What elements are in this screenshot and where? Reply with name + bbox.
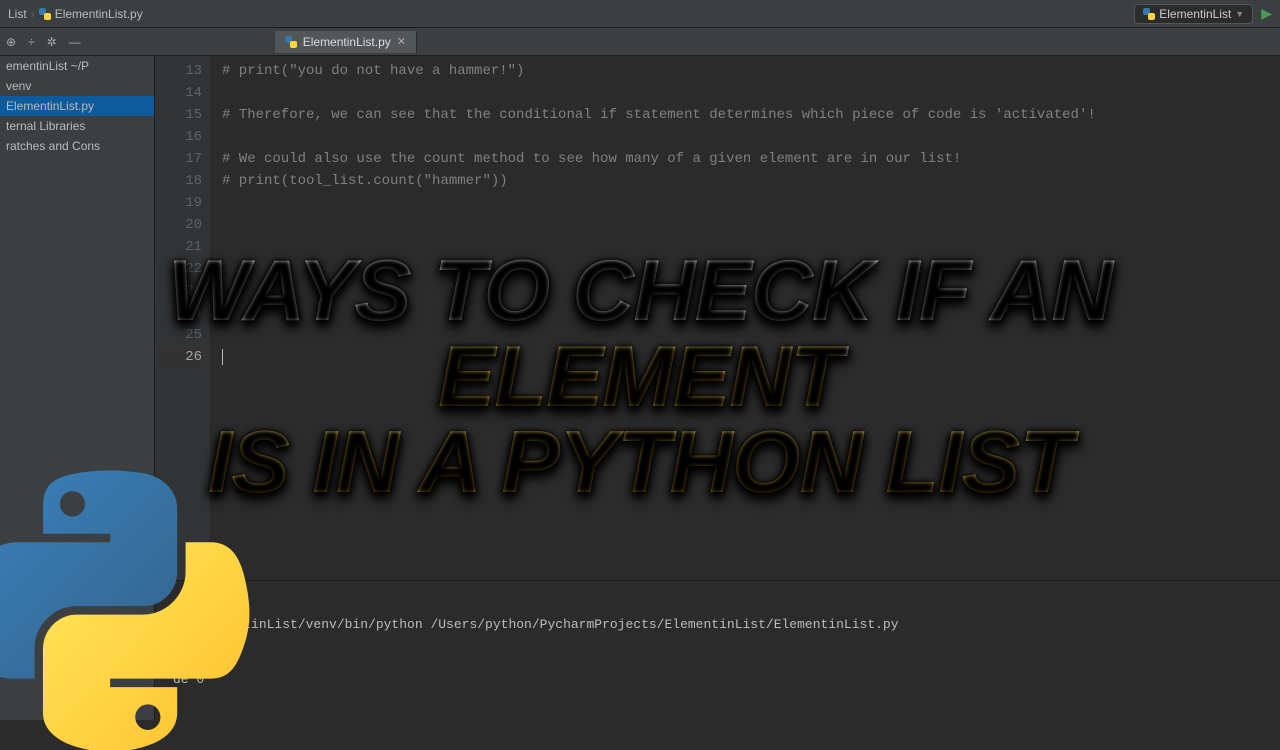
project-sidebar: ementinList ~/P venv ElementinList.py te… (0, 56, 155, 720)
tab-label: ElementinList.py (303, 35, 391, 49)
code-line: # We could also use the count method to … (222, 148, 1096, 170)
title-bar: List › ElementinList.py ElementinList ▼ … (0, 0, 1280, 28)
code-line: # print(tool_list.count("hammer")) (222, 170, 1096, 192)
sidebar-item-external[interactable]: ternal Libraries (0, 116, 154, 136)
play-icon[interactable]: ▶ (1261, 5, 1272, 22)
code-line (222, 280, 1096, 302)
run-config-area: ElementinList ▼ ▶ (1134, 4, 1272, 24)
breadcrumb-root[interactable]: List (8, 7, 27, 21)
code-line (222, 126, 1096, 148)
chevron-right-icon: › (31, 7, 35, 21)
tab-file[interactable]: ElementinList.py ✕ (275, 31, 417, 53)
code-line: # print("you do not have a hammer!") (222, 60, 1096, 82)
collapse-icon[interactable]: ÷ (28, 35, 35, 49)
sidebar-item-venv[interactable]: venv (0, 76, 154, 96)
console-exit: de 0 (173, 672, 1262, 687)
breadcrumb-file[interactable]: ElementinList.py (55, 7, 143, 21)
console-path: ts/ElementinList/venv/bin/python /Users/… (173, 617, 1262, 632)
run-config-name: ElementinList (1159, 7, 1231, 21)
close-icon[interactable]: ✕ (397, 35, 406, 48)
code-line (222, 324, 1096, 346)
python-config-icon (1143, 8, 1155, 20)
target-icon[interactable]: ⊕ (6, 35, 16, 49)
run-console: ts/ElementinList/venv/bin/python /Users/… (155, 580, 1280, 720)
code-line (222, 214, 1096, 236)
side-toolbar: ⊕ ÷ ✲ — ElementinList.py ✕ (0, 28, 1280, 56)
breadcrumb: List › ElementinList.py (8, 7, 143, 21)
code-line (222, 82, 1096, 104)
code-line (222, 346, 1096, 368)
code-line (222, 258, 1096, 280)
run-config-selector[interactable]: ElementinList ▼ (1134, 4, 1253, 24)
sidebar-item-scratches[interactable]: ratches and Cons (0, 136, 154, 156)
code-line (222, 236, 1096, 258)
sidebar-item-project[interactable]: ementinList ~/P (0, 56, 154, 76)
sidebar-item-file[interactable]: ElementinList.py (0, 96, 154, 116)
hide-icon[interactable]: — (69, 35, 81, 49)
code-line (222, 192, 1096, 214)
code-line: # Therefore, we can see that the conditi… (222, 104, 1096, 126)
chevron-down-icon: ▼ (1235, 9, 1244, 19)
gear-icon[interactable]: ✲ (47, 35, 57, 49)
python-file-icon (39, 8, 51, 20)
python-tab-icon (285, 36, 297, 48)
code-line (222, 302, 1096, 324)
